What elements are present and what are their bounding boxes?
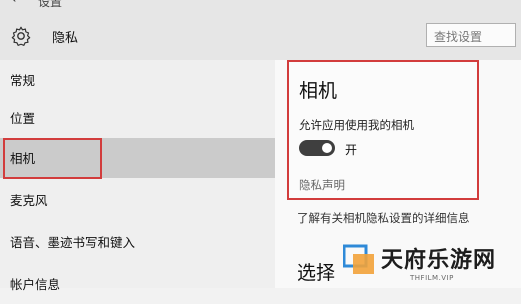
sidebar-item-label: 位置 [10,111,36,126]
allow-apps-label: 允许应用使用我的相机 [299,118,414,132]
watermark-text: 天府乐游网 [381,248,497,273]
watermark-subtext: THFILM.VIP [410,274,454,282]
title-bar: ‹ 设置 [0,0,521,9]
section-title: 相机 [299,80,338,102]
watermark-logo-icon [343,244,374,274]
section-heading: 选择 [297,262,336,284]
sidebar-item-label: 常规 [10,73,36,88]
page-title: 隐私 [52,31,79,46]
sidebar-item-label: 语音、墨迹书写和键入 [10,235,136,250]
sidebar-item-label: 帐户信息 [10,277,61,292]
sidebar-item-location[interactable]: 位置 [0,98,275,138]
privacy-statement-link[interactable]: 隐私声明 [299,177,345,193]
back-arrow-icon[interactable]: ‹ [11,0,17,7]
highlight-box-camera-nav [3,138,102,179]
toggle-state-label: 开 [345,143,358,157]
camera-settings-panel: 相机 允许应用使用我的相机 开 隐私声明 [287,60,479,200]
learn-more-link[interactable]: 了解有关相机隐私设置的详细信息 [297,210,470,226]
sidebar-item-general[interactable]: 常规 [0,60,275,100]
sidebar-item-microphone[interactable]: 麦克风 [0,180,275,220]
sidebar-item-account-info[interactable]: 帐户信息 [0,264,275,304]
camera-toggle[interactable] [299,140,335,156]
sidebar-item-speech-inking-typing[interactable]: 语音、墨迹书写和键入 [0,222,275,262]
search-input[interactable]: 查找设置 [426,23,516,47]
gear-icon [11,26,31,46]
sidebar-item-label: 麦克风 [10,193,48,208]
toggle-knob [322,143,332,153]
page-header: 隐私 查找设置 [0,8,521,60]
